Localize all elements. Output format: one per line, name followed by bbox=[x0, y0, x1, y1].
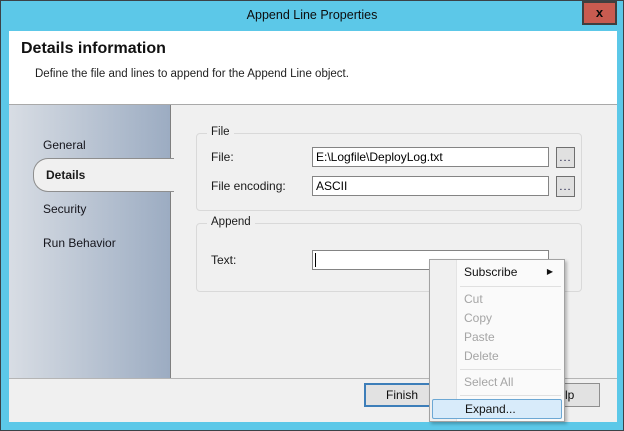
sidebar: General Security Run Behavior bbox=[9, 105, 171, 378]
menu-separator bbox=[460, 286, 561, 287]
title-bar: Append Line Properties x bbox=[1, 1, 623, 30]
sidebar-item-run-behavior[interactable]: Run Behavior bbox=[43, 233, 116, 253]
file-browse-button[interactable]: ... bbox=[556, 147, 575, 168]
file-group-label: File bbox=[207, 126, 234, 138]
sidebar-item-general[interactable]: General bbox=[43, 135, 86, 155]
menu-item-delete[interactable]: Delete bbox=[432, 347, 562, 366]
file-field-label: File: bbox=[211, 150, 234, 164]
close-button[interactable]: x bbox=[582, 1, 617, 25]
menu-item-select-all[interactable]: Select All bbox=[432, 373, 562, 392]
file-encoding-input[interactable] bbox=[312, 176, 549, 196]
context-menu: Subscribe ▶ Cut Copy Paste Delete Select… bbox=[429, 259, 565, 422]
menu-item-expand[interactable]: Expand... bbox=[432, 399, 562, 419]
menu-item-paste[interactable]: Paste bbox=[432, 328, 562, 347]
menu-item-cut[interactable]: Cut bbox=[432, 290, 562, 309]
dialog-header: Details information Define the file and … bbox=[9, 31, 617, 105]
text-field-label: Text: bbox=[211, 253, 236, 267]
menu-item-subscribe-label: Subscribe bbox=[464, 265, 517, 279]
dialog-window: Append Line Properties x Details informa… bbox=[0, 0, 624, 431]
menu-item-copy[interactable]: Copy bbox=[432, 309, 562, 328]
file-path-input[interactable] bbox=[312, 147, 549, 167]
file-encoding-browse-button[interactable]: ... bbox=[556, 176, 575, 197]
menu-separator bbox=[460, 395, 561, 396]
submenu-arrow-icon: ▶ bbox=[547, 262, 553, 282]
window-title: Append Line Properties bbox=[1, 8, 623, 22]
sidebar-item-details[interactable]: Details bbox=[33, 158, 174, 192]
text-cursor bbox=[315, 253, 316, 267]
page-description: Define the file and lines to append for … bbox=[35, 68, 349, 80]
menu-separator bbox=[460, 369, 561, 370]
menu-item-subscribe[interactable]: Subscribe ▶ bbox=[432, 262, 562, 283]
file-encoding-label: File encoding: bbox=[211, 179, 286, 193]
close-icon: x bbox=[596, 5, 603, 20]
sidebar-item-security[interactable]: Security bbox=[43, 199, 86, 219]
page-title: Details information bbox=[21, 40, 166, 58]
append-group-label: Append bbox=[207, 216, 255, 228]
file-group: File File: ... File encoding: ... bbox=[196, 133, 582, 211]
